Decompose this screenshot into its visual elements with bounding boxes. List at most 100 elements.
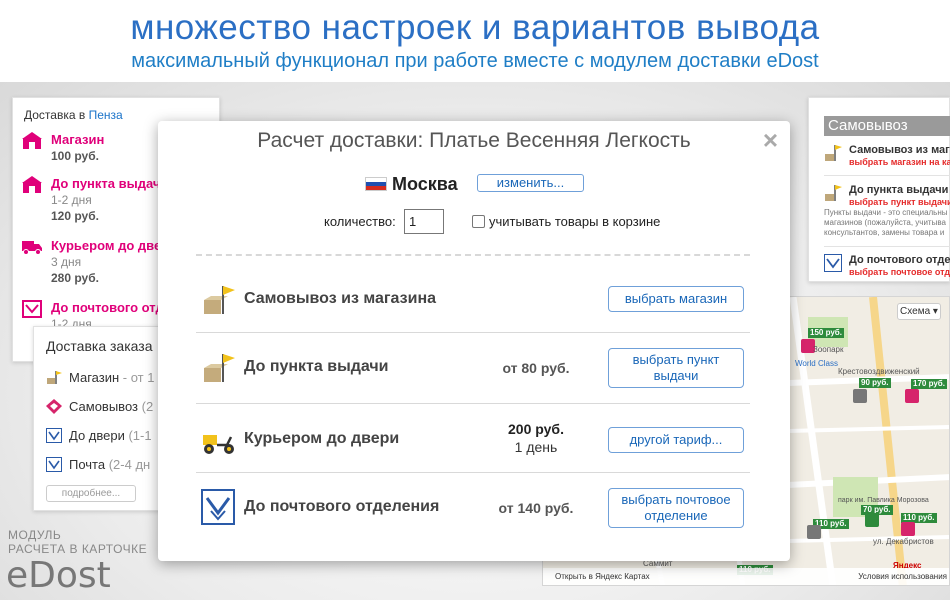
- other-tariff-button[interactable]: другой тариф...: [608, 427, 744, 453]
- russia-flag-icon: [365, 177, 387, 191]
- shop-icon: [22, 132, 42, 149]
- quantity-label: количество:: [324, 214, 396, 229]
- row-divider: [196, 403, 750, 404]
- row-name: Самовывоз: [69, 399, 138, 414]
- change-city-button[interactable]: изменить...: [477, 174, 584, 192]
- row-name: Самовывоз из мага: [849, 144, 950, 156]
- dashed-divider: [196, 254, 750, 256]
- map-label: парк им. Павлика Морозова: [838, 497, 929, 504]
- courier-scooter-icon: [203, 435, 234, 454]
- map-pin-icon[interactable]: [905, 389, 919, 403]
- choose-store-button[interactable]: выбрать магазин: [608, 286, 744, 312]
- russian-post-icon: [824, 254, 842, 272]
- map-footer: Открыть в Яндекс Картах Условия использо…: [543, 568, 949, 585]
- compact-row-post[interactable]: Почта (2-4 дн: [46, 457, 150, 472]
- open-in-yandex-link[interactable]: Открыть в Яндекс Картах: [555, 572, 650, 581]
- row-note[interactable]: выбрать магазин на карт: [849, 157, 950, 167]
- row-price: от 140 руб.: [498, 500, 574, 516]
- map-terms-link[interactable]: Условия использования: [858, 568, 947, 585]
- widget-city-link[interactable]: Пенза: [89, 108, 123, 122]
- delivery-row-courier: Курьером до двери 200 руб. 1 день другой…: [196, 405, 750, 475]
- row-detail: (1-1: [124, 428, 152, 443]
- map-price-tag[interactable]: 90 руб.: [859, 378, 891, 388]
- pickup-widget-right: Самовывоз Самовывоз из мага выбрать мага…: [808, 97, 950, 282]
- compact-row-door[interactable]: До двери (1-1: [46, 428, 152, 443]
- delivery-row-pickup: До пункта выдачи от 80 руб. выбрать пунк…: [196, 334, 750, 404]
- map-pin-icon[interactable]: [865, 513, 879, 527]
- scheme-label: Схема: [900, 306, 931, 317]
- map-pin-icon[interactable]: [901, 522, 915, 536]
- map-scheme-button[interactable]: Схема ▾: [897, 303, 941, 320]
- banner-subtitle: максимальный функционал при работе вмест…: [131, 50, 819, 72]
- row-detail: (2-4 дн: [105, 457, 151, 472]
- module-caption-line1: МОДУЛЬ: [8, 528, 62, 542]
- choose-pickup-point-button[interactable]: выбрать пункт выдачи: [608, 348, 744, 388]
- row-name: Почта: [69, 457, 106, 472]
- row-price: 200 руб.: [508, 421, 564, 437]
- delivery-widget-compact: Доставка заказа Магазин - от 1 Самовывоз…: [33, 326, 165, 511]
- row-note[interactable]: выбрать пункт выдачи: [849, 197, 950, 207]
- quantity-input[interactable]: 1: [404, 209, 444, 234]
- row-name: Магазин: [69, 370, 120, 385]
- row-name: Курьером до двери: [244, 430, 400, 447]
- banner-header: множество настроек и вариантов вывода ма…: [0, 0, 950, 82]
- map-pin-icon[interactable]: [807, 525, 821, 539]
- flag-pickup-icon: [204, 354, 235, 382]
- diamond-icon: [46, 399, 62, 414]
- pickup-description: Пункты выдачи - это специальны магазинов…: [824, 208, 948, 237]
- flag-pickup-icon: [825, 185, 842, 201]
- delivery-calc-modal: Расчет доставки: Платье Весенняя Легкост…: [158, 121, 790, 561]
- row-price: от 80 руб.: [502, 360, 570, 376]
- row-note[interactable]: выбрать почтовое отде: [849, 267, 950, 277]
- divider: [824, 175, 950, 176]
- map-label: Крестовоздвиженский: [838, 367, 920, 376]
- item-name: Магазин: [51, 132, 105, 147]
- modal-title: Расчет доставки: Платье Весенняя Легкост…: [257, 129, 691, 152]
- cart-checkbox-label[interactable]: учитывать товары в корзине: [489, 214, 660, 229]
- widget-title: Доставка в Пенза: [24, 108, 123, 122]
- map-label: World Class: [795, 359, 838, 368]
- divider: [824, 246, 950, 247]
- cart-checkbox[interactable]: [472, 215, 485, 228]
- row-name: До пункта выдачи: [849, 184, 949, 196]
- row-name: До пункта выдачи: [244, 358, 389, 375]
- delivery-row-store: Самовывоз из магазина выбрать магазин: [196, 264, 750, 334]
- compact-row-pickup[interactable]: Самовывоз (2: [46, 399, 153, 414]
- item-price: 120 руб.: [51, 209, 99, 223]
- item-price: 100 руб.: [51, 149, 99, 163]
- russian-post-icon: [46, 457, 62, 472]
- row-detail: (2: [138, 399, 154, 414]
- courier-truck-icon: [22, 241, 42, 255]
- row-detail: - от 1: [119, 370, 155, 385]
- city-name: Москва: [392, 174, 458, 194]
- module-caption-line2: РАСЧЕТА В КАРТОЧКЕ: [8, 542, 148, 556]
- row-name: До почтового отделения: [244, 498, 440, 515]
- row-name: До двери: [69, 428, 125, 443]
- flag-pickup-icon: [47, 371, 62, 384]
- delivery-row-post: До почтового отделения от 140 руб. выбра…: [196, 474, 750, 544]
- pickup-title: Самовывоз: [824, 116, 950, 136]
- choose-post-office-button[interactable]: выбрать почтовое отделение: [608, 488, 744, 528]
- row-name: Самовывоз из магазина: [244, 290, 436, 307]
- row-divider: [196, 472, 750, 473]
- flag-pickup-icon: [825, 145, 842, 161]
- widget-title-prefix: Доставка в: [24, 108, 86, 122]
- row-name: До почтового отде: [849, 254, 950, 266]
- item-price: 280 руб.: [51, 271, 99, 285]
- russian-post-icon: [46, 428, 62, 443]
- row-days: 1 день: [514, 439, 558, 455]
- compact-title: Доставка заказа: [46, 338, 153, 354]
- banner-title: множество настроек и вариантов вывода: [130, 8, 820, 47]
- russian-post-icon: [201, 489, 235, 525]
- map-price-tag[interactable]: 150 руб.: [808, 328, 844, 338]
- close-icon[interactable]: ×: [763, 125, 778, 156]
- row-divider: [196, 332, 750, 333]
- map-pin-icon[interactable]: [853, 389, 867, 403]
- map-label: ул. Декабристов: [873, 537, 934, 546]
- flag-pickup-icon: [204, 286, 235, 314]
- compact-row-shop[interactable]: Магазин - от 1: [46, 370, 154, 385]
- map-price-tag[interactable]: 170 руб.: [911, 379, 947, 389]
- post-office-icon: [22, 300, 42, 318]
- more-button[interactable]: подробнее...: [46, 485, 136, 502]
- item-days: 3 дня: [51, 255, 82, 269]
